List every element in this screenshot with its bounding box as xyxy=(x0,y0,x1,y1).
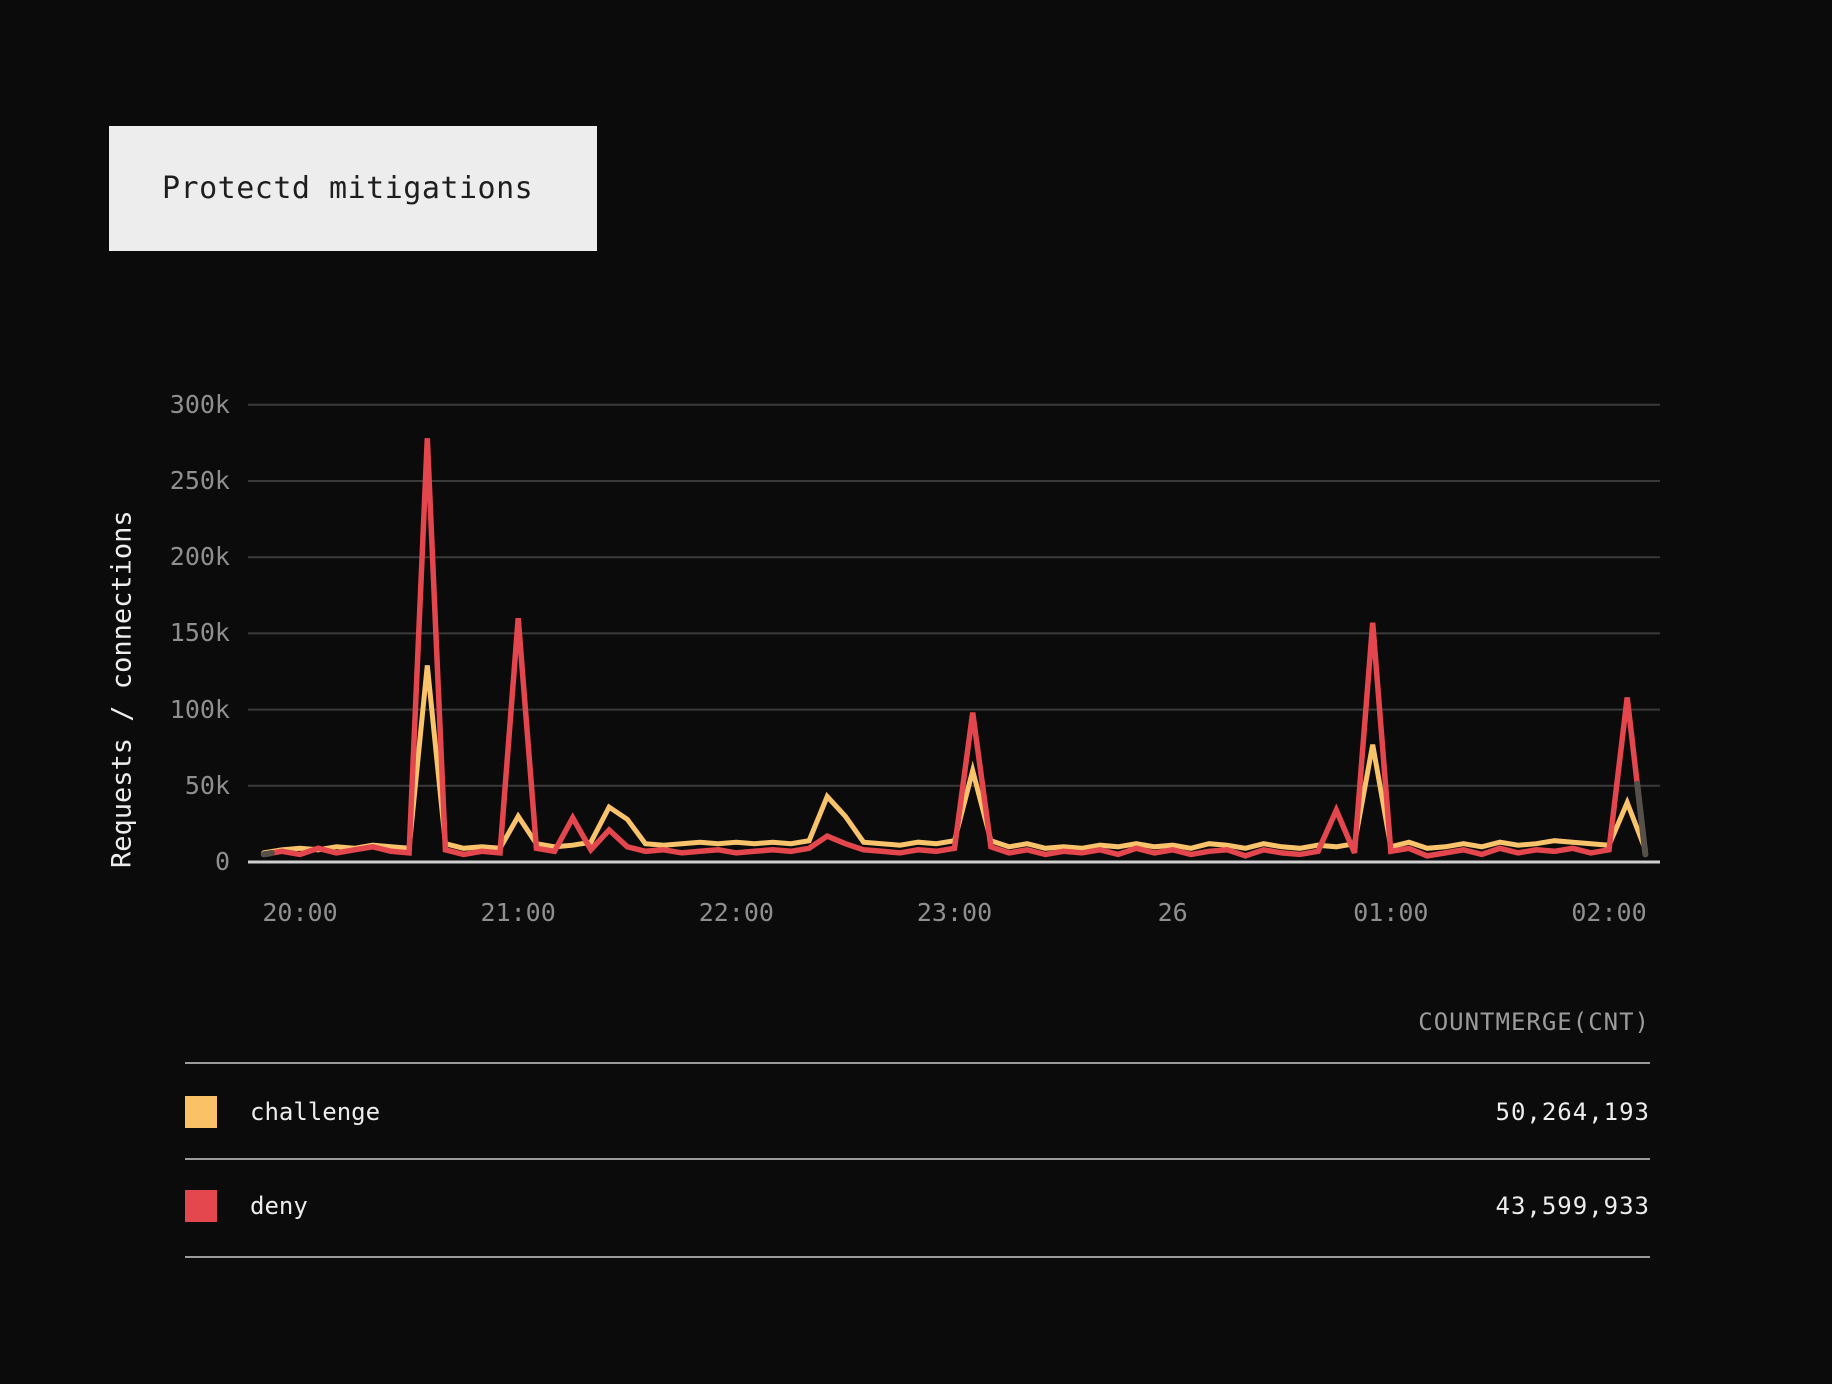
legend-row-challenge: challenge 50,264,193 xyxy=(185,1084,1650,1140)
y-tick-label: 300k xyxy=(169,389,230,419)
y-tick-label: 100k xyxy=(169,694,230,724)
y-tick-label: 250k xyxy=(169,466,230,495)
legend-table-header: COUNTMERGE(CNT) xyxy=(1418,1008,1650,1036)
challenge-label: challenge xyxy=(250,1098,381,1126)
deny-line xyxy=(260,438,1649,859)
legend-divider xyxy=(185,1062,1650,1064)
x-tick-label: 02:00 xyxy=(1571,898,1647,927)
line-chart xyxy=(248,403,1660,864)
deny-swatch xyxy=(185,1190,217,1222)
x-tick-label: 20:00 xyxy=(262,898,338,927)
gridlines xyxy=(248,403,1660,864)
x-tick-label: 22:00 xyxy=(698,898,774,927)
legend-divider xyxy=(185,1256,1650,1258)
x-tick-label: 21:00 xyxy=(480,898,556,927)
series-lines xyxy=(260,438,1649,859)
deny-label: deny xyxy=(250,1192,308,1220)
legend-divider xyxy=(185,1158,1650,1160)
x-tick-label: 01:00 xyxy=(1353,898,1429,927)
y-tick-label: 150k xyxy=(169,618,230,648)
challenge-line xyxy=(261,665,1648,856)
y-tick-label: 50k xyxy=(184,770,230,800)
legend-row-deny: deny 43,599,933 xyxy=(185,1178,1650,1234)
y-tick-label: 0 xyxy=(214,847,230,876)
mitigations-dashboard: Protectd mitigations Requests / connecti… xyxy=(0,0,1832,1384)
partial-bucket-stub xyxy=(1634,780,1649,858)
y-tick-label: 200k xyxy=(169,542,230,572)
partial-bucket-stub xyxy=(260,850,275,858)
deny-value: 43,599,933 xyxy=(1495,1192,1650,1220)
challenge-value: 50,264,193 xyxy=(1495,1098,1650,1126)
x-tick-label: 26 xyxy=(1157,898,1188,927)
challenge-swatch xyxy=(185,1096,217,1128)
x-tick-label: 23:00 xyxy=(916,898,993,927)
